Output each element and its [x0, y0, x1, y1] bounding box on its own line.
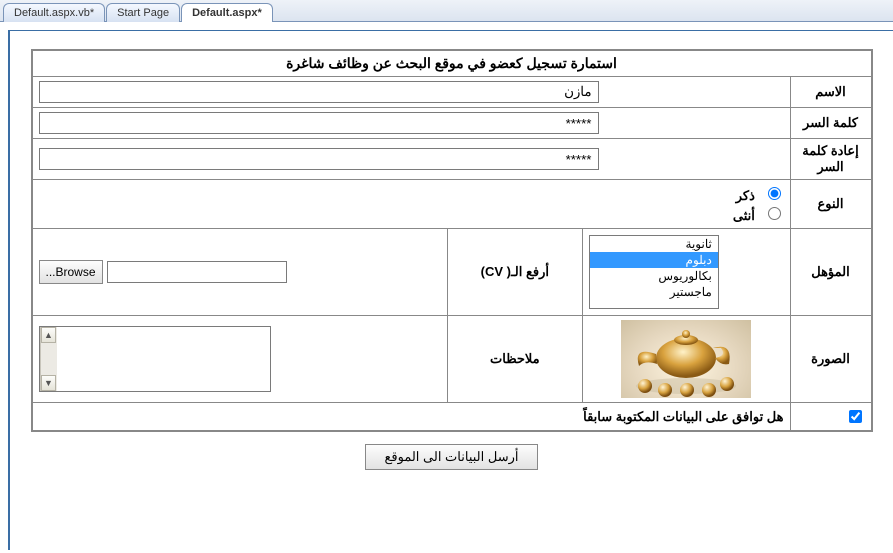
list-item[interactable]: ثانوية — [590, 236, 718, 252]
password-input[interactable] — [39, 112, 599, 134]
browse-button[interactable]: ...Browse — [39, 260, 103, 284]
notes-label: ملاحظات — [447, 316, 582, 403]
name-input[interactable] — [39, 81, 599, 103]
tab-startpage[interactable]: Start Page — [106, 3, 180, 22]
file-upload: ...Browse — [39, 260, 287, 284]
qualification-label: المؤهل — [790, 229, 871, 316]
gender-female-label: أنثى — [733, 208, 755, 223]
gender-male-radio[interactable] — [768, 187, 781, 200]
qualification-listbox[interactable]: ثانوية دبلوم بكالوريوس ماجستير — [589, 235, 719, 309]
tab-defaultaspx[interactable]: Default.aspx* — [181, 3, 273, 22]
gender-male-label: ذكر — [736, 188, 755, 203]
cv-label: أرفع الـ( CV) — [447, 229, 582, 316]
design-surface: استمارة تسجيل كعضو في موقع البحث عن وظائ… — [8, 30, 893, 550]
list-item[interactable]: بكالوريوس — [590, 268, 718, 284]
gender-label: النوع — [790, 180, 871, 229]
list-item[interactable]: دبلوم — [590, 252, 718, 268]
tab-codebehind[interactable]: Default.aspx.vb* — [3, 3, 105, 22]
notes-textarea[interactable] — [57, 327, 270, 391]
submit-button[interactable]: أرسل البيانات الى الموقع — [365, 444, 537, 470]
form-container: استمارة تسجيل كعضو في موقع البحث عن وظائ… — [31, 49, 873, 432]
submit-row: أرسل البيانات الى الموقع — [20, 432, 883, 482]
image-preview — [621, 320, 751, 398]
list-item[interactable]: ماجستير — [590, 284, 718, 300]
scroll-down-icon[interactable]: ▼ — [41, 375, 56, 391]
agree-checkbox[interactable] — [849, 410, 862, 423]
designer-window: Default.aspx.vb* Start Page Default.aspx… — [0, 0, 893, 553]
gender-female-radio[interactable] — [768, 207, 781, 220]
registration-table: استمارة تسجيل كعضو في موقع البحث عن وظائ… — [32, 50, 872, 431]
document-tabs: Default.aspx.vb* Start Page Default.aspx… — [0, 0, 893, 22]
scrollbar[interactable]: ▲ ▼ — [40, 327, 57, 391]
notes-textarea-wrap: ▲ ▼ — [39, 326, 271, 392]
scroll-up-icon[interactable]: ▲ — [41, 327, 56, 343]
image-label: الصورة — [790, 316, 871, 403]
password-label: كلمة السر — [790, 108, 871, 139]
repassword-input[interactable] — [39, 148, 599, 170]
file-path-input[interactable] — [107, 261, 287, 283]
repassword-label: إعادة كلمة السر — [790, 139, 871, 180]
form-title: استمارة تسجيل كعضو في موقع البحث عن وظائ… — [32, 51, 871, 77]
agree-label: هل توافق على البيانات المكتوبة سابقاً — [32, 403, 790, 431]
name-label: الاسم — [790, 77, 871, 108]
